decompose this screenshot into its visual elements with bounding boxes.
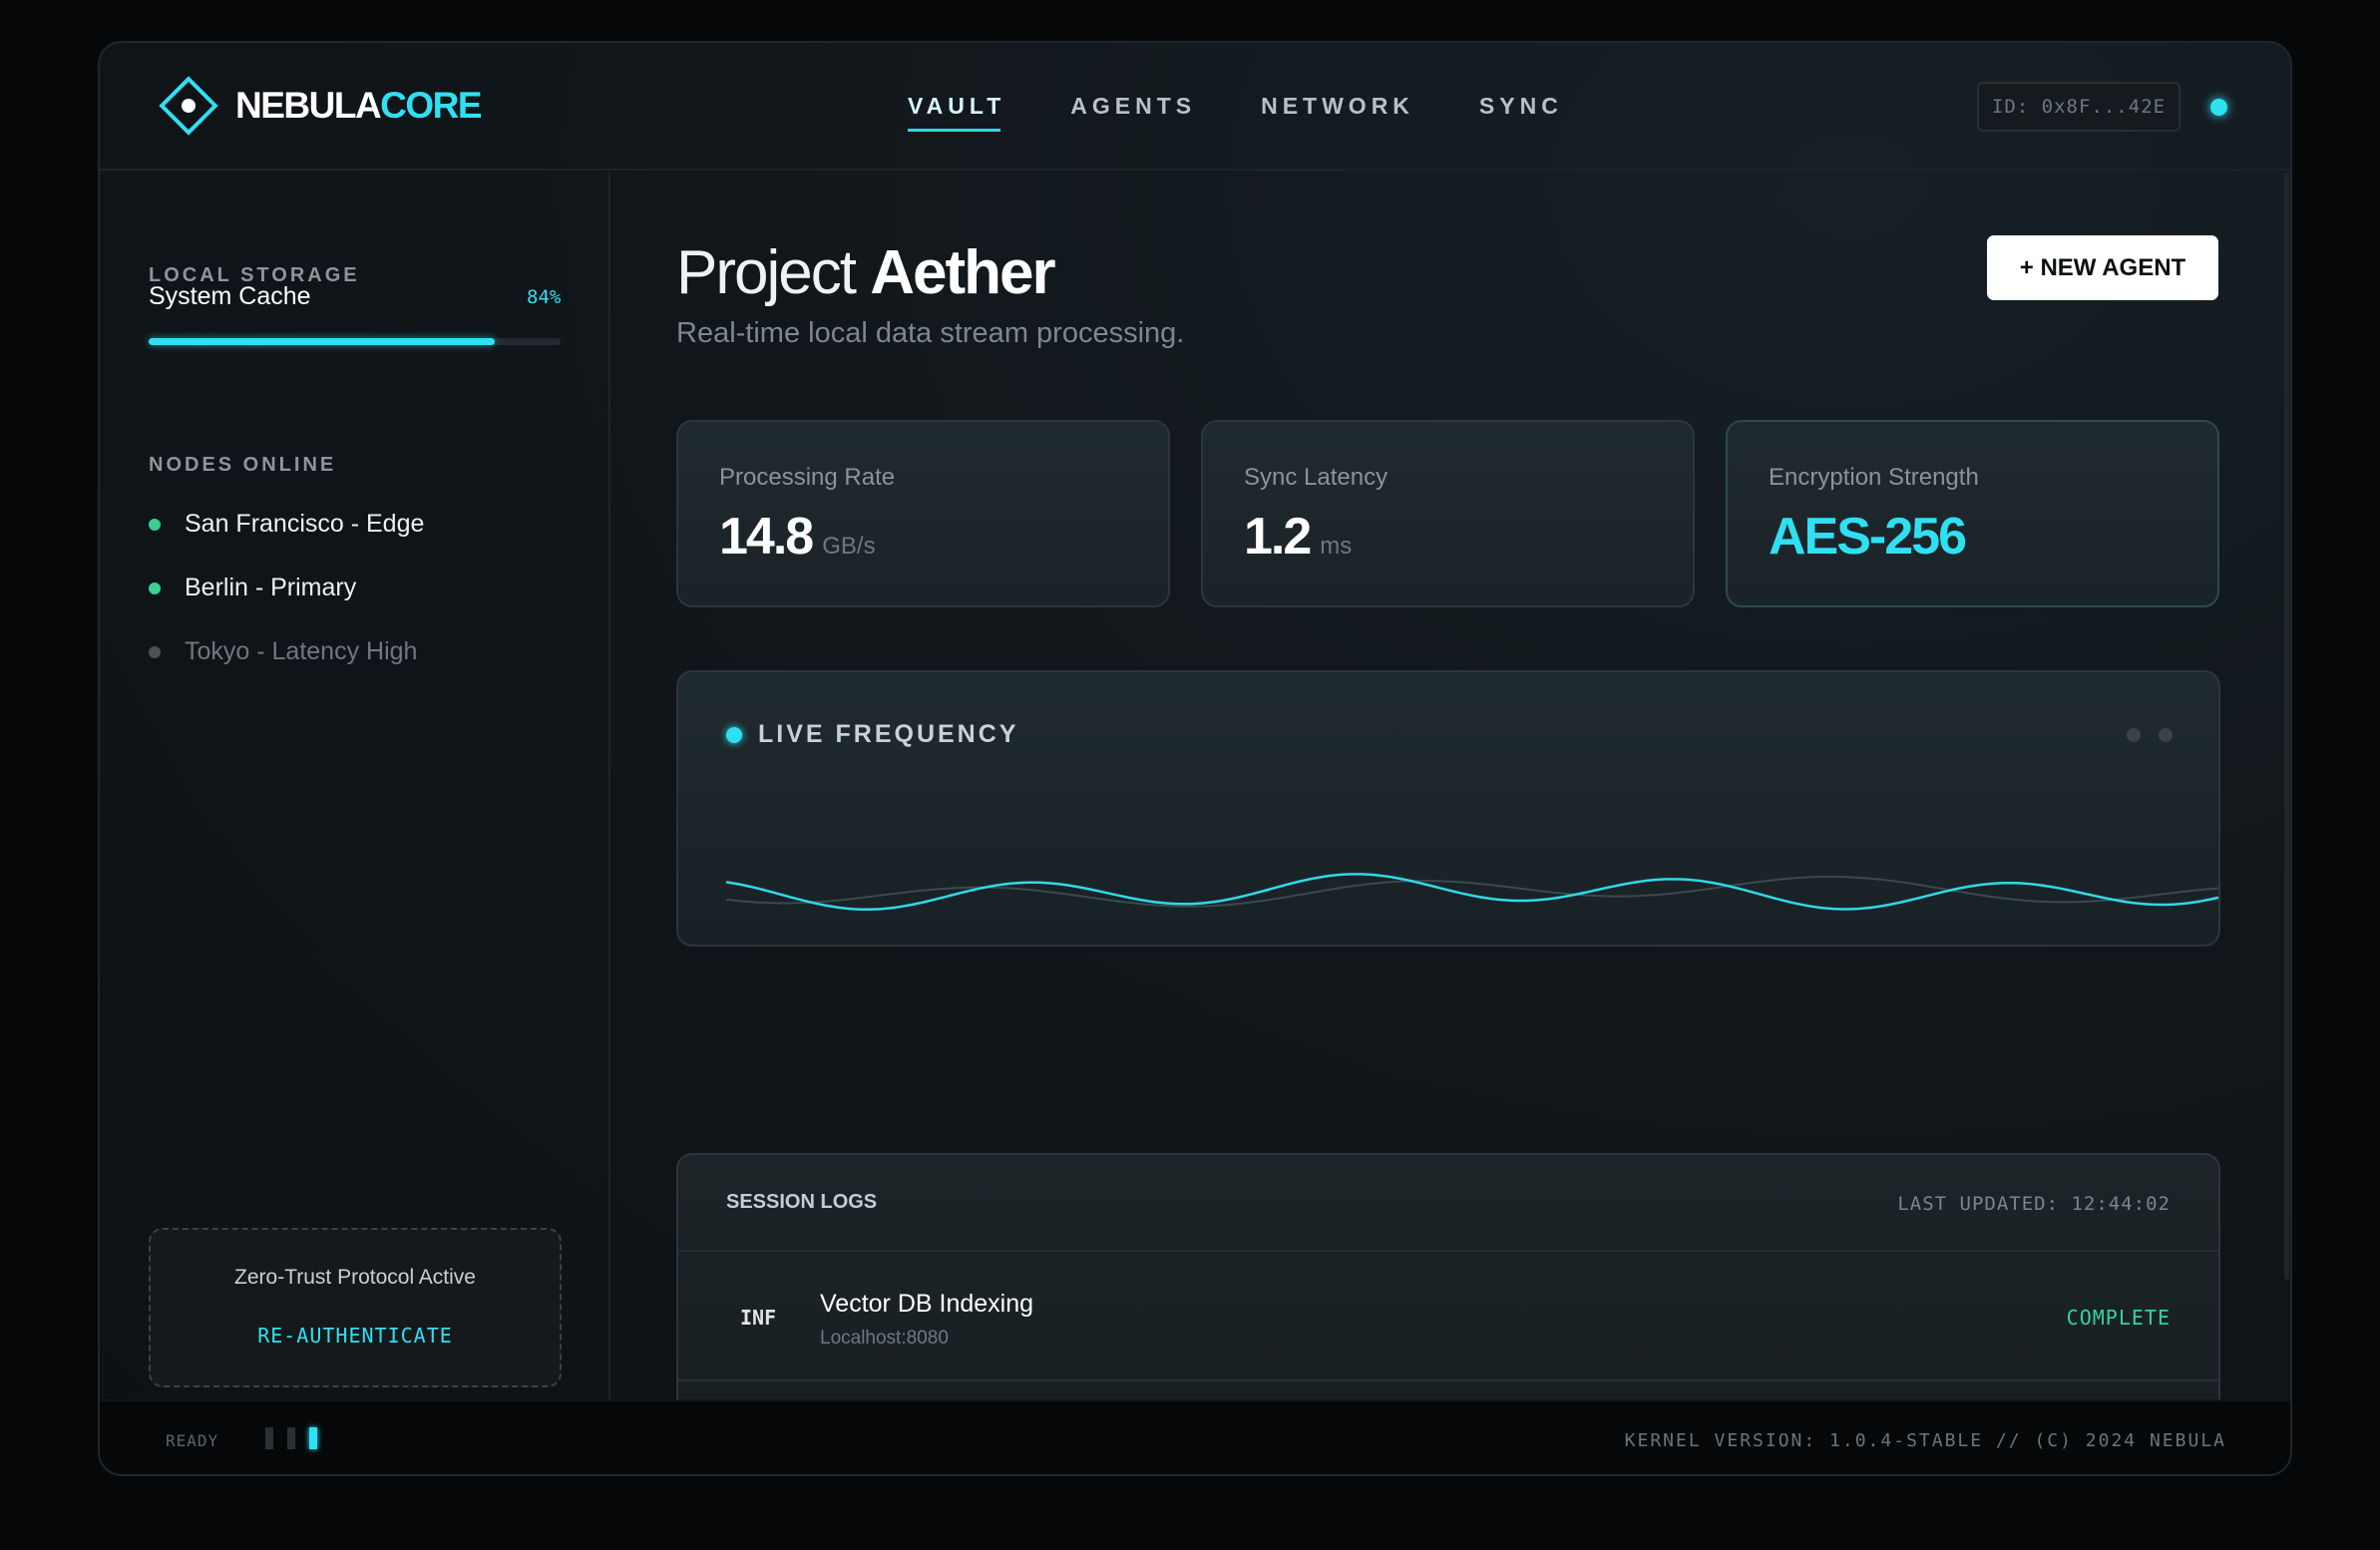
session-logs-title: SESSION LOGS [726, 1191, 878, 1213]
app-window: NEBULACORE VAULT AGENTS NETWORK SYNC ID:… [98, 41, 2292, 1476]
frequency-waveform [726, 873, 2218, 912]
live-frequency-panel: LIVE FREQUENCY [676, 670, 2220, 947]
stat-unit: GB/s [822, 533, 876, 560]
new-agent-button[interactable]: + NEW AGENT [1987, 235, 2218, 300]
nodes-online-heading: NODES ONLINE [149, 454, 337, 476]
sidebar: LOCAL STORAGE System Cache 84% NODES ONL… [100, 173, 610, 1399]
node-name: Tokyo - Latency High [185, 637, 418, 665]
system-cache-label: System Cache [149, 282, 311, 310]
ready-status: READY [166, 1431, 219, 1450]
stat-label: Encryption Strength [1769, 464, 1979, 491]
log-host: Localhost:8080 [820, 1328, 949, 1349]
zero-trust-panel: Zero-Trust Protocol Active RE-AUTHENTICA… [149, 1228, 562, 1387]
node-item-berlin[interactable]: Berlin - Primary [149, 574, 356, 602]
page-title-light: Project [676, 238, 857, 307]
stat-value: 14.8 [719, 508, 814, 566]
menu-dot-icon [2159, 728, 2173, 742]
nav-agents[interactable]: AGENTS [1070, 43, 1196, 171]
main-scrollbar[interactable] [2284, 173, 2289, 1280]
diamond-logo-icon [159, 76, 218, 136]
node-online-indicator [149, 518, 161, 531]
frequency-wave-ghost [726, 875, 2218, 908]
node-item-san-francisco[interactable]: San Francisco - Edge [149, 510, 424, 539]
frequency-wave [726, 873, 2218, 912]
logo-text-primary: NEBULA [235, 85, 382, 126]
stat-value: AES-256 [1769, 508, 1967, 566]
stat-card-processing-rate: Processing Rate 14.8 GB/s [676, 420, 1170, 607]
menu-dot-icon [2127, 728, 2141, 742]
stat-card-encryption-strength: Encryption Strength AES-256 [1726, 420, 2219, 607]
activity-bars [265, 1427, 317, 1449]
activity-bar-active [309, 1427, 317, 1449]
system-cache-percent: 84% [527, 286, 562, 308]
stat-label: Processing Rate [719, 464, 896, 491]
session-id-badge: ID: 0x8F...42E [1977, 82, 2181, 132]
page-title: Project Aether [676, 237, 1056, 308]
stat-value: 1.2 [1244, 508, 1312, 566]
activity-bar [265, 1427, 273, 1449]
system-cache-progress-fill [149, 338, 495, 345]
zero-trust-status: Zero-Trust Protocol Active [234, 1266, 476, 1289]
live-indicator-icon [726, 726, 742, 743]
system-cache-progress-bar [149, 338, 561, 345]
node-degraded-indicator [149, 645, 161, 658]
stat-value-group: 1.2 ms [1244, 507, 1352, 567]
re-authenticate-button[interactable]: RE-AUTHENTICATE [151, 1324, 560, 1348]
session-logs-header: SESSION LOGS LAST UPDATED: 12:44:02 [678, 1155, 2218, 1252]
nav-sync[interactable]: SYNC [1479, 43, 1563, 171]
nav-vault[interactable]: VAULT [908, 43, 1005, 171]
node-name: Berlin - Primary [185, 574, 357, 601]
log-task-name: Vector DB Indexing [820, 1290, 1034, 1318]
stat-value-group: AES-256 [1769, 507, 1967, 567]
nav-network[interactable]: NETWORK [1261, 43, 1414, 171]
page-title-bold: Aether [870, 238, 1055, 307]
log-status: COMPLETE [2066, 1306, 2171, 1330]
kernel-version: KERNEL VERSION: 1.0.4-STABLE // (C) 2024… [1624, 1430, 2226, 1451]
stat-card-sync-latency: Sync Latency 1.2 ms [1201, 420, 1695, 607]
status-bar: READY KERNEL VERSION: 1.0.4-STABLE // (C… [100, 1399, 2290, 1474]
log-level-badge: INF [740, 1306, 777, 1330]
main-nav: VAULT AGENTS NETWORK SYNC [908, 43, 1563, 171]
activity-bar [287, 1427, 295, 1449]
logo-text-accent: CORE [380, 85, 482, 126]
top-bar: NEBULACORE VAULT AGENTS NETWORK SYNC ID:… [100, 43, 2290, 171]
node-name: San Francisco - Edge [185, 510, 425, 538]
live-frequency-title: LIVE FREQUENCY [758, 720, 1019, 748]
stat-value-group: 14.8 GB/s [719, 507, 876, 567]
panel-menu[interactable] [2127, 728, 2173, 742]
logo[interactable]: NEBULACORE [156, 73, 483, 139]
node-online-indicator [149, 581, 161, 594]
live-frequency-heading: LIVE FREQUENCY [726, 720, 1018, 749]
log-row[interactable]: INF Vector DB Indexing Localhost:8080 CO… [678, 1254, 2218, 1381]
last-updated-timestamp: LAST UPDATED: 12:44:02 [1897, 1193, 2171, 1215]
page-subtitle: Real-time local data stream processing. [676, 317, 1185, 349]
stat-unit: ms [1320, 533, 1353, 560]
stat-label: Sync Latency [1244, 464, 1388, 491]
logo-text: NEBULACORE [235, 85, 483, 127]
node-item-tokyo[interactable]: Tokyo - Latency High [149, 637, 417, 666]
connection-status-indicator [2210, 99, 2227, 116]
